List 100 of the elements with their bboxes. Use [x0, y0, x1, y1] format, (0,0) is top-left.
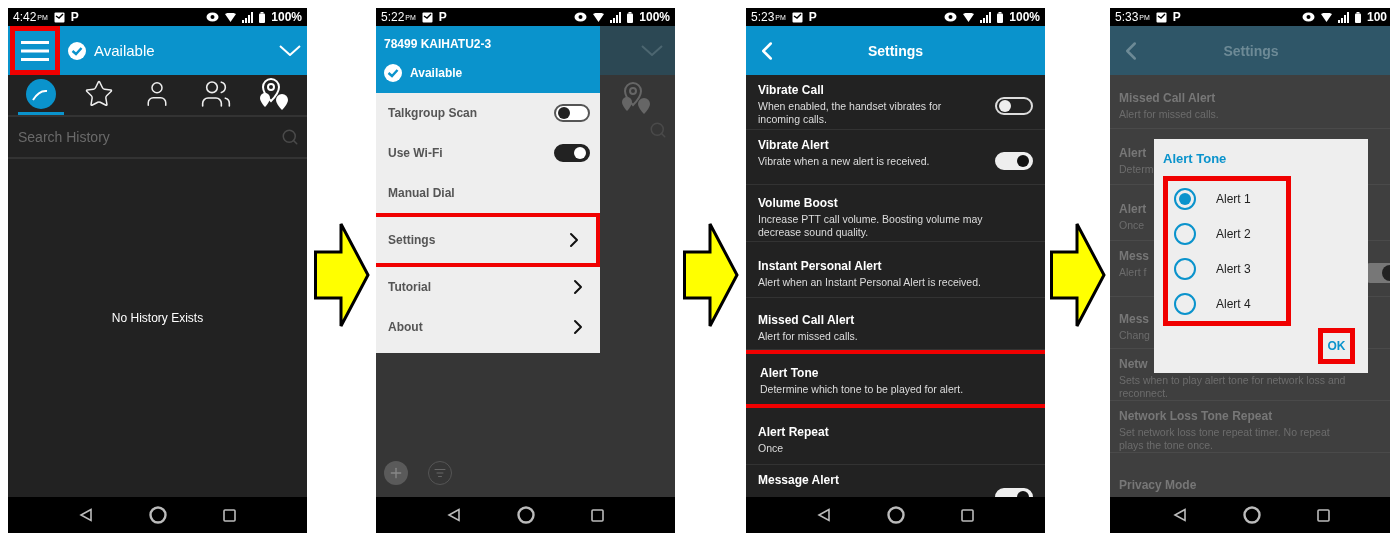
setting-title: Alert: [1119, 201, 1147, 216]
message-icon: [421, 11, 433, 23]
radio-button[interactable]: [1174, 222, 1196, 245]
home-icon[interactable]: [887, 506, 905, 524]
battery-level: 100%: [639, 10, 670, 24]
back-icon[interactable]: [447, 508, 461, 522]
drawer-item-label: Settings: [388, 233, 436, 247]
option-label: Alert 4: [1216, 296, 1251, 311]
right-arrow-icon: [682, 222, 739, 328]
message-icon: [791, 11, 803, 23]
radio-button[interactable]: [1174, 257, 1196, 280]
filter-icon: [434, 467, 446, 479]
settings-row[interactable]: Missed Call Alert Alert for missed calls.: [746, 298, 1045, 350]
drawer-item[interactable]: Use Wi-Fi: [376, 133, 600, 173]
back-icon[interactable]: [1172, 508, 1187, 522]
setting-title: Mess: [1119, 311, 1150, 326]
signal-icon: [980, 11, 992, 23]
setting-title: Alert Tone: [760, 366, 820, 380]
menu-icon: [21, 39, 49, 62]
recent-apps-icon[interactable]: [591, 508, 604, 522]
setting-description: Once: [758, 442, 785, 455]
drawer-item[interactable]: Settings: [376, 213, 600, 267]
settings-row[interactable]: Vibrate Call When enabled, the handset vibrates for incoming calls.: [746, 75, 1045, 130]
status-time: 4:42: [13, 10, 37, 24]
screen-title: Settings: [866, 42, 925, 59]
home-icon[interactable]: [1242, 506, 1261, 524]
setting-title: Vibrate Alert: [758, 138, 830, 152]
screen-title: Settings: [1222, 42, 1280, 59]
add-button[interactable]: [384, 461, 408, 485]
option-label: Alert 1: [1216, 191, 1251, 206]
notification-letter: P: [438, 10, 447, 24]
check-circle-icon: [68, 41, 86, 60]
settings-row[interactable]: Volume Boost Increase PTT call volume. Boosting volume may decrease sound quality.: [746, 185, 1045, 242]
right-arrow-icon: [1049, 222, 1106, 328]
drawer-item-label: Tutorial: [388, 280, 432, 294]
drawer-item[interactable]: Tutorial: [376, 267, 600, 307]
recent-apps-icon[interactable]: [961, 508, 974, 522]
back-icon[interactable]: [79, 508, 93, 522]
drawer-item-label: Talkgroup Scan: [388, 106, 478, 120]
option-label: Alert 3: [1216, 261, 1251, 276]
wifi-icon: [1320, 12, 1332, 22]
drawer-item[interactable]: About: [376, 307, 600, 347]
radio-button[interactable]: [1174, 187, 1196, 210]
setting-title: Alert: [1119, 145, 1148, 160]
eye-icon: [1301, 12, 1315, 22]
search-icon: [281, 128, 299, 146]
wifi-icon: [225, 12, 237, 22]
home-icon[interactable]: [517, 506, 535, 524]
drawer-item-label: About: [388, 320, 423, 334]
setting-title: Netw: [1119, 357, 1149, 371]
recent-apps-icon[interactable]: [223, 508, 236, 522]
message-icon: [53, 11, 65, 23]
settings-row[interactable]: Alert Repeat Once: [746, 408, 1045, 465]
signal-icon: [610, 11, 622, 23]
setting-title: Volume Boost: [758, 195, 839, 210]
recent-calls-icon: [26, 78, 57, 109]
drawer-item-label: Manual Dial: [388, 186, 455, 200]
eye-icon: [944, 12, 958, 22]
notification-letter: P: [1172, 10, 1181, 24]
recent-apps-icon[interactable]: [1316, 508, 1330, 522]
notification-letter: P: [808, 10, 817, 24]
wifi-icon: [963, 12, 975, 22]
setting-description: Alert for missed calls.: [758, 329, 858, 343]
status-time: 5:22: [381, 10, 405, 24]
user-name: 78499 KAIHATU2-3: [384, 36, 493, 51]
home-icon[interactable]: [149, 506, 167, 524]
search-field[interactable]: Search History: [16, 128, 281, 146]
setting-title: Privacy Mode: [1119, 477, 1197, 492]
settings-row[interactable]: Vibrate Alert Vibrate when a new alert is received.: [746, 130, 1045, 185]
drawer-item[interactable]: Talkgroup Scan: [376, 93, 600, 133]
check-circle-icon: [384, 64, 402, 83]
battery-level: 100: [1366, 10, 1387, 24]
option-label: Alert 2: [1216, 226, 1251, 241]
back-icon[interactable]: [817, 508, 831, 522]
dialog-title: Alert Tone: [1163, 151, 1228, 166]
setting-description: Alert when an Instant Personal Alert is received.: [758, 275, 981, 289]
settings-row[interactable]: Instant Personal Alert Alert when an Instant Personal Alert is received.: [746, 242, 1045, 298]
location-pins-icon: [619, 81, 653, 115]
presence-status[interactable]: Available: [94, 42, 155, 59]
battery-icon: [627, 11, 634, 23]
right-arrow-icon: [313, 222, 370, 328]
battery-icon: [1354, 11, 1361, 23]
setting-title: Alert Repeat: [758, 425, 829, 439]
drawer-item-label: Use Wi-Fi: [388, 146, 443, 160]
battery-icon: [259, 11, 266, 23]
radio-button[interactable]: [1174, 292, 1196, 315]
signal-icon: [1337, 11, 1349, 23]
setting-title: Network Loss Tone Repeat: [1119, 409, 1274, 423]
settings-row[interactable]: Alert Tone Determine which tone to be played for alert.: [746, 350, 1045, 408]
wifi-icon: [593, 12, 605, 22]
battery-level: 100%: [271, 10, 302, 24]
menu-button[interactable]: [10, 26, 60, 75]
eye-icon: [206, 12, 220, 22]
drawer-item[interactable]: Manual Dial: [376, 173, 600, 213]
eye-icon: [574, 12, 588, 22]
toggle-switch[interactable]: [554, 104, 590, 122]
signal-icon: [242, 11, 254, 23]
battery-icon: [997, 11, 1004, 23]
toggle-switch[interactable]: [554, 144, 590, 162]
setting-title: Instant Personal Alert: [758, 258, 883, 273]
